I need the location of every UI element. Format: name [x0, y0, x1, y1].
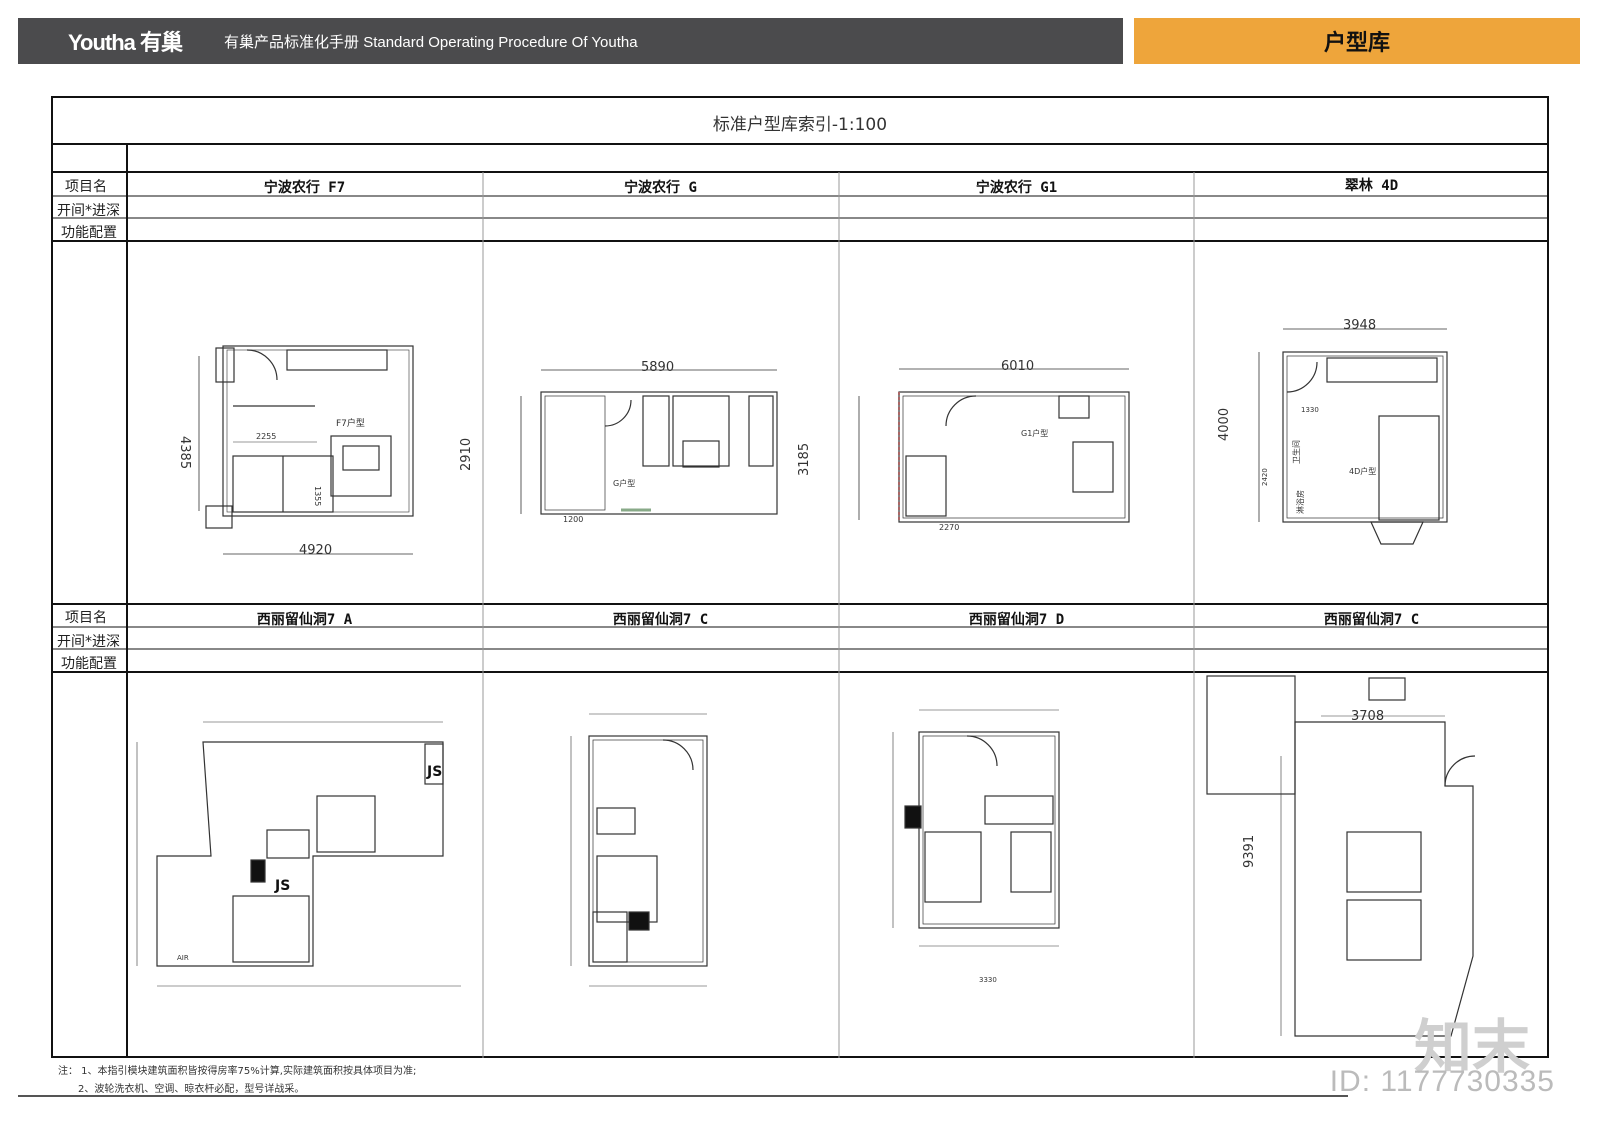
g1-plan-label: G1户型 — [1021, 428, 1048, 438]
unit-name-d: 西丽留仙洞7 D — [968, 612, 1065, 628]
unit-name-c2: 西丽留仙洞7 C — [1323, 612, 1420, 628]
unit-name-c: 西丽留仙洞7 C — [612, 612, 709, 628]
manual-subtitle: 有巢产品标准化手册 Standard Operating Procedure O… — [224, 33, 638, 51]
label-function-1: 功能配置 — [61, 225, 117, 241]
floor-plan-g — [520, 369, 778, 515]
4d-room-bath: 卫生间 — [1291, 440, 1301, 464]
f7-plan-label: F7户型 — [336, 417, 365, 429]
g-dim-height: 2910 — [459, 438, 474, 471]
g-dim-inner: 1200 — [563, 515, 583, 524]
f7-dim-height: 4385 — [177, 436, 192, 469]
floor-plan-d — [892, 709, 1060, 947]
footnotes: 注： 1、本指引模块建筑面积皆按得房率75%计算,实际建筑面积按具体项目为准; … — [58, 1063, 416, 1099]
label-width-depth-2: 开间*进深 — [57, 634, 120, 650]
a-tag-js2: JS — [274, 878, 290, 894]
footer-rule — [18, 1095, 1348, 1097]
unit-name-4d: 翠林 4D — [1344, 178, 1399, 194]
4d-dim-small: 2420 — [1261, 468, 1269, 486]
floor-plan-f7 — [198, 345, 414, 555]
4d-plan-label: 4D户型 — [1349, 466, 1376, 476]
floor-plan-4d — [1258, 328, 1448, 545]
a-tag-js1: JS — [426, 764, 442, 780]
g1-dim-width: 6010 — [1001, 359, 1034, 374]
unit-index-table: F7户型 4920 4385 2255 1355 5890 2910 G户型 1… — [51, 96, 1549, 1058]
floor-plan-c — [570, 713, 708, 987]
table-grid: F7户型 4920 4385 2255 1355 5890 2910 G户型 1… — [51, 96, 1549, 1058]
unit-name-a: 西丽留仙洞7 A — [256, 612, 353, 628]
4d-room-shower: 淋浴房 — [1295, 490, 1305, 514]
a-tag-air: AIR — [177, 954, 189, 962]
watermark-id: ID: 1177730335 — [1329, 1065, 1555, 1098]
label-function-2: 功能配置 — [61, 656, 117, 672]
4d-dim-height: 4000 — [1217, 408, 1232, 441]
floor-plan-g1 — [858, 368, 1130, 523]
4d-dim-inner: 1330 — [1301, 406, 1319, 414]
g-dim-width: 5890 — [641, 360, 674, 375]
f7-dim-width: 4920 — [299, 543, 332, 558]
table-title: 标准户型库索引-1:100 — [712, 115, 888, 135]
brand-logo: Youtha 有巢 — [68, 30, 183, 55]
4d-dim-width: 3948 — [1343, 318, 1376, 333]
header-bar: Youtha 有巢 有巢产品标准化手册 Standard Operating P… — [18, 18, 1123, 64]
g1-dim-inner: 2270 — [939, 523, 959, 532]
g1-dim-height: 3185 — [797, 443, 812, 476]
label-project-1: 项目名 — [65, 179, 107, 195]
f7-dim-inner: 2255 — [256, 432, 276, 441]
unit-name-f7: 宁波农行 F7 — [263, 180, 346, 196]
section-badge: 户型库 — [1134, 18, 1580, 64]
c2-dim-height: 9391 — [1242, 835, 1257, 868]
label-project-2: 项目名 — [65, 610, 107, 626]
footnote-1: 注： 1、本指引模块建筑面积皆按得房率75%计算,实际建筑面积按具体项目为准; — [58, 1066, 417, 1077]
d-dim-width: 3330 — [979, 976, 997, 984]
c2-dim-width: 3708 — [1351, 709, 1384, 724]
label-width-depth-1: 开间*进深 — [57, 203, 120, 219]
unit-name-g1: 宁波农行 G1 — [975, 180, 1058, 196]
f7-dim-small: 1355 — [313, 486, 322, 506]
unit-name-g: 宁波农行 G — [624, 180, 697, 196]
floor-plan-a — [136, 721, 461, 987]
g-plan-label: G户型 — [613, 478, 635, 488]
